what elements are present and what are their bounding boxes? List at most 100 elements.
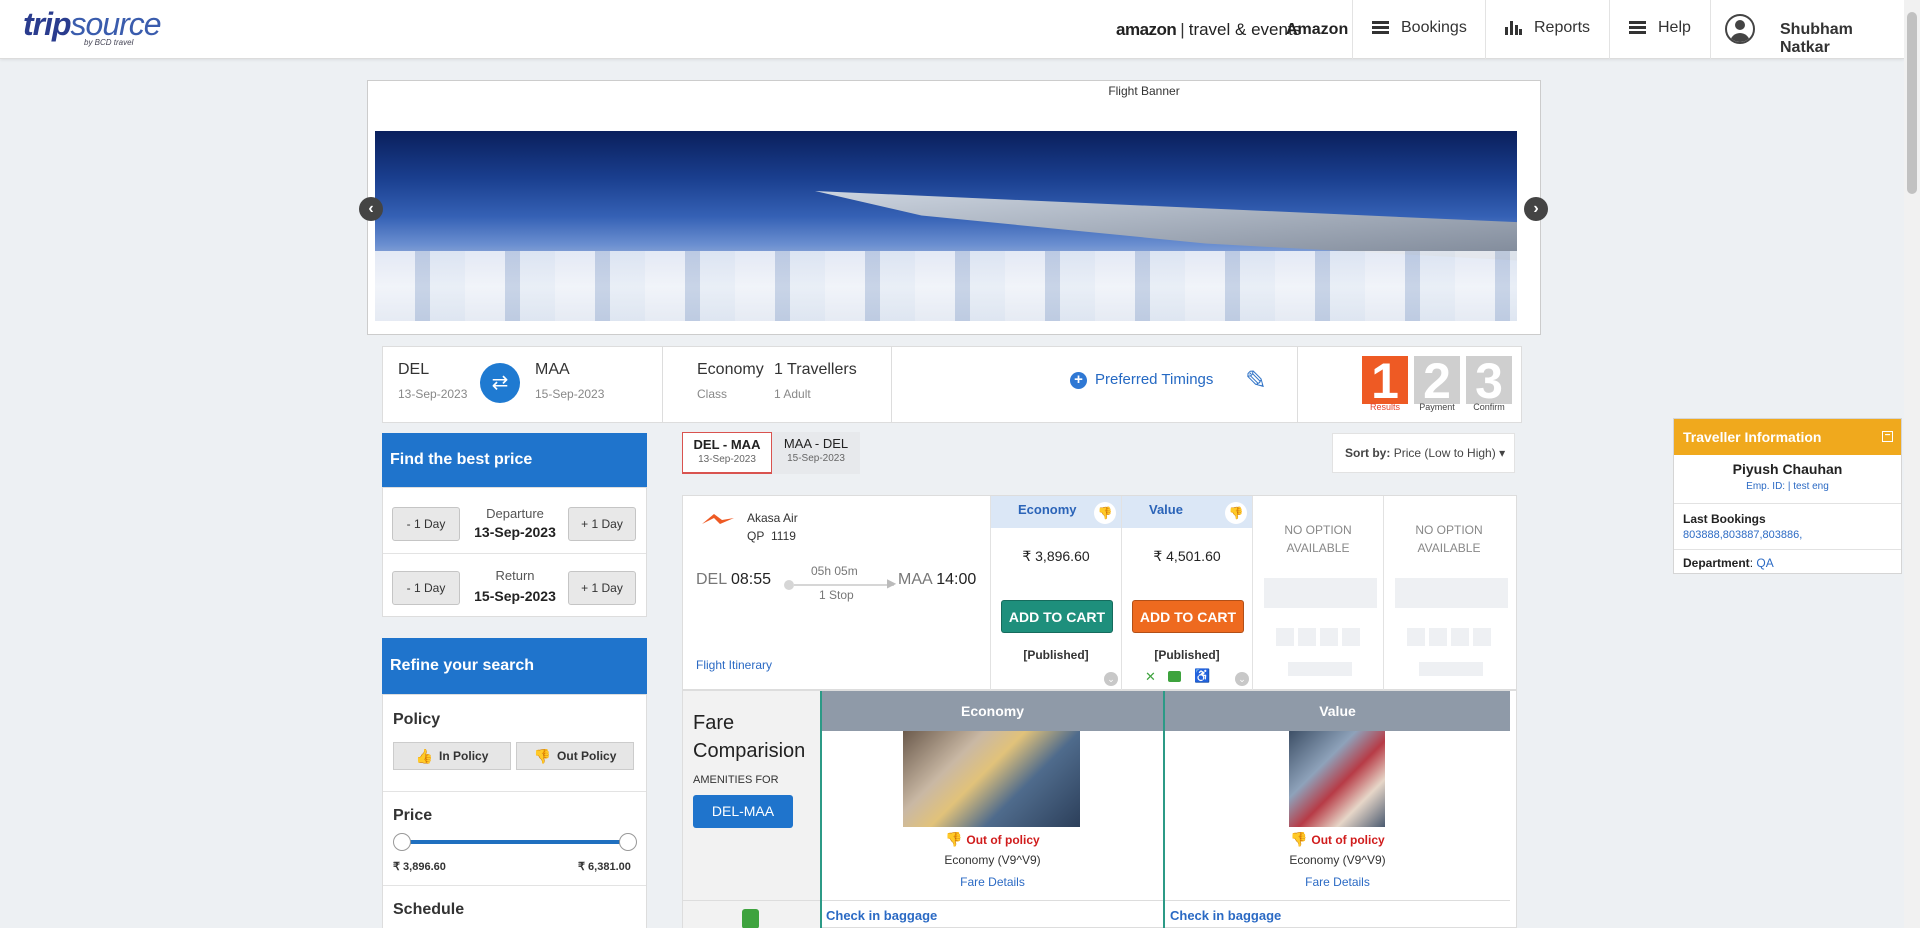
step-label: Results [1369, 402, 1400, 412]
summary-divider [1297, 347, 1298, 422]
summary-divider [662, 347, 663, 422]
nav-divider [1710, 0, 1711, 59]
edit-pencil-icon[interactable]: ✎ [1245, 365, 1267, 396]
economy-fare-class: Economy (V9^V9) [944, 853, 1041, 867]
return-label: Return [495, 568, 535, 583]
last-bookings-row: Last Bookings 803888,803887,803886, [1674, 503, 1901, 549]
placeholder-skeleton [1342, 628, 1360, 646]
departure-plus-day-button[interactable]: + 1 Day [568, 507, 636, 541]
expand-chevron-icon[interactable]: ⌄ [1235, 672, 1249, 686]
value-checkin-baggage[interactable]: Check in baggage [1170, 908, 1281, 923]
flight-banner: Flight Banner [367, 80, 1541, 335]
placeholder-skeleton [1320, 628, 1338, 646]
departure-minus-day-button[interactable]: - 1 Day [392, 507, 460, 541]
route-amenities-button[interactable]: DEL-MAA [693, 795, 793, 828]
fare-comparison-title: Fare Comparision [693, 712, 806, 762]
out-policy-filter-button[interactable]: 👎 Out Policy [516, 742, 634, 770]
last-bookings-links[interactable]: 803888,803887,803886, [1683, 529, 1802, 541]
travellers-value: 1 Travellers [774, 361, 857, 378]
policy-title: Policy [393, 711, 441, 728]
economy-add-to-cart-button[interactable]: ADD TO CART [1001, 600, 1113, 633]
route-arrow-icon: ▶ [887, 576, 897, 590]
plus-circle-icon[interactable]: + [1070, 372, 1087, 389]
return-minus-day-button[interactable]: - 1 Day [392, 571, 460, 605]
page-scrollbar[interactable] [1904, 0, 1920, 928]
step-label: Confirm [1473, 402, 1505, 412]
preferred-timings-link[interactable]: Preferred Timings [1095, 371, 1213, 388]
economy-fare-details-link[interactable]: Fare Details [822, 875, 1163, 889]
economy-price: ₹ 3,896.60 [1022, 548, 1090, 564]
flight-result-card: Akasa Air QP 1119 DEL 08:55 ▶ 05h 05m 1 … [682, 495, 1517, 691]
baggage-icon [742, 909, 759, 928]
value-fare-tag: [Published] [1154, 648, 1220, 662]
carousel-next-button[interactable]: › [1524, 197, 1548, 221]
price-slider-min-handle[interactable] [393, 833, 411, 851]
in-policy-label: In Policy [439, 749, 489, 763]
economy-checkin-baggage[interactable]: Check in baggage [826, 908, 937, 923]
step-1-results: 1 [1362, 356, 1408, 406]
placeholder-skeleton [1288, 662, 1352, 676]
value-fare-details-link[interactable]: Fare Details [1165, 875, 1510, 889]
akasa-air-logo [700, 512, 736, 524]
flight-itinerary-link[interactable]: Flight Itinerary [696, 658, 772, 672]
traveller-info-panel: Traveller Information − Piyush Chauhan E… [1673, 418, 1902, 574]
department: Department: QA [1683, 556, 1774, 570]
best-price-header: Find the best price [382, 433, 647, 487]
swap-route-icon[interactable]: ⇄ [480, 363, 520, 403]
price-slider-max-handle[interactable] [619, 833, 637, 851]
expand-chevron-icon[interactable]: ⌄ [1104, 672, 1118, 686]
meal-icon: ✕ [1145, 669, 1156, 684]
banner-title: Flight Banner [1108, 84, 1180, 98]
seat-icon: ♿ [1194, 668, 1211, 683]
economy-fare-tag: [Published] [1023, 648, 1089, 662]
return-date: 15-Sep-2023 [474, 588, 556, 604]
divider [383, 791, 646, 792]
traveller-name: Piyush Chauhan [1732, 461, 1843, 477]
travellers-label: 1 Adult [774, 387, 811, 401]
nav-reports[interactable]: Reports [1505, 19, 1590, 37]
top-header: tripsource by BCD travel amazon | travel &… [0, 0, 1904, 59]
placeholder-skeleton [1451, 628, 1469, 646]
amazon-travel-logo: amazon | travel & events [1116, 20, 1302, 39]
route-tab-date: 13-Sep-2023 [698, 454, 756, 465]
thumbs-down-icon: 👎 [1290, 831, 1308, 847]
origin-date: 13-Sep-2023 [398, 387, 468, 401]
hamburger-icon [1372, 21, 1389, 35]
arrival-info: MAA 14:00 [898, 571, 977, 588]
scrollbar-thumb[interactable] [1907, 12, 1917, 194]
return-plus-day-button[interactable]: + 1 Day [568, 571, 636, 605]
departure-date: 13-Sep-2023 [474, 524, 556, 540]
last-bookings-label: Last Bookings [1683, 512, 1766, 526]
traveller-info-header: Traveller Information − [1674, 419, 1901, 455]
out-policy-label: Out Policy [557, 749, 617, 763]
sort-dropdown[interactable]: Sort by: Price (Low to High) ▾ [1332, 433, 1515, 473]
route-tab-return[interactable]: MAA - DEL 15-Sep-2023 [772, 432, 860, 474]
route-line [794, 584, 894, 586]
economy-policy: 👎 Out of policy [945, 831, 1040, 847]
department-row: Department: QA [1674, 549, 1901, 573]
value-add-to-cart-button[interactable]: ADD TO CART [1132, 600, 1244, 633]
in-policy-filter-button[interactable]: 👍 In Policy [393, 742, 511, 770]
route-tab-outbound[interactable]: DEL - MAA 13-Sep-2023 [682, 432, 772, 474]
price-title: Price [393, 807, 433, 824]
value-price: ₹ 4,501.60 [1153, 548, 1221, 564]
user-name[interactable]: Shubham Natkar [1780, 21, 1904, 57]
out-of-policy-thumbs-down-icon: 👎 [1225, 502, 1247, 524]
flight-stops: 1 Stop [819, 588, 854, 602]
summary-divider [891, 347, 892, 422]
flight-duration: 05h 05m [811, 564, 858, 578]
sort-value: Price (Low to High) [1393, 446, 1496, 460]
price-slider-track[interactable] [401, 840, 628, 844]
collapse-icon[interactable]: − [1882, 431, 1893, 442]
carousel-prev-button[interactable]: ‹ [359, 197, 383, 221]
nav-bookings[interactable]: Bookings [1372, 19, 1467, 37]
nav-help-label: Help [1658, 19, 1691, 36]
placeholder-skeleton [1276, 628, 1294, 646]
placeholder-skeleton [1264, 578, 1377, 608]
user-avatar-icon[interactable] [1725, 14, 1755, 44]
amenities-label: AMENITIES FOR [693, 774, 779, 786]
search-summary: DEL 13-Sep-2023 ⇄ MAA 15-Sep-2023 Econom… [382, 346, 1522, 423]
out-of-policy-thumbs-down-icon: 👎 [1094, 502, 1116, 524]
destination-code: MAA [535, 361, 570, 378]
nav-help[interactable]: Help [1629, 19, 1691, 37]
